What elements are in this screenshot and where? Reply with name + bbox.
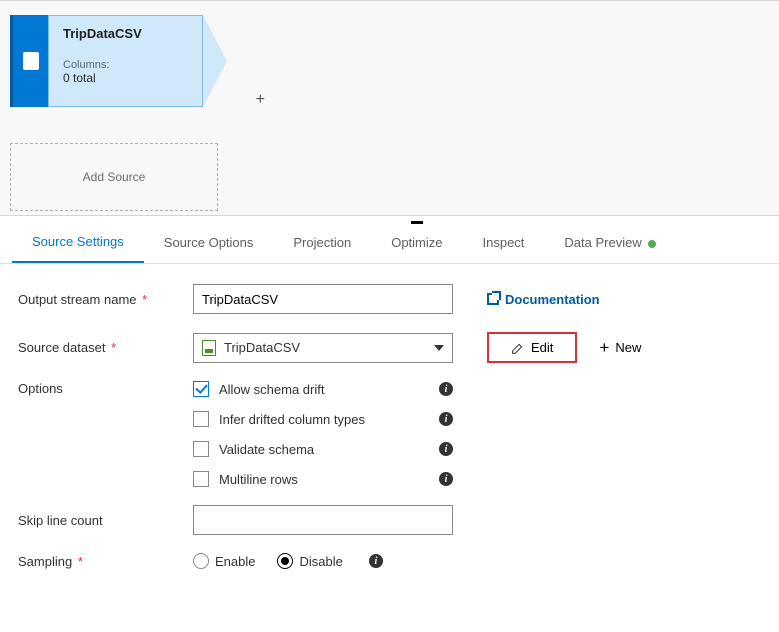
- node-arrow: [203, 15, 227, 107]
- skip-line-input[interactable]: [193, 505, 453, 535]
- source-node[interactable]: TripDataCSV Columns: 0 total +: [10, 15, 227, 107]
- tab-source-settings[interactable]: Source Settings: [12, 224, 144, 263]
- tab-projection[interactable]: Projection: [273, 225, 371, 262]
- edit-button[interactable]: Edit: [487, 332, 577, 363]
- checkbox-allow-schema-drift[interactable]: [193, 381, 209, 397]
- info-icon[interactable]: i: [369, 554, 383, 568]
- tab-marker: [411, 221, 423, 224]
- row-source-dataset: Source dataset * TripDataCSV Edit + New: [18, 332, 761, 363]
- add-source-label: Add Source: [83, 170, 146, 184]
- info-icon[interactable]: i: [439, 442, 453, 456]
- status-dot-icon: [648, 240, 656, 248]
- checkbox-multiline-rows[interactable]: [193, 471, 209, 487]
- label-output-stream: Output stream name *: [18, 292, 193, 307]
- tab-optimize[interactable]: Optimize: [371, 225, 462, 262]
- option-infer-drifted: Infer drifted column types i: [193, 411, 453, 427]
- option-allow-schema-drift: Allow schema drift i: [193, 381, 453, 397]
- data-flow-canvas[interactable]: TripDataCSV Columns: 0 total + Add Sourc…: [0, 0, 779, 216]
- node-body: TripDataCSV Columns: 0 total: [48, 15, 203, 107]
- output-stream-input[interactable]: [193, 284, 453, 314]
- option-validate-schema: Validate schema i: [193, 441, 453, 457]
- tab-source-options[interactable]: Source Options: [144, 225, 274, 262]
- info-icon[interactable]: i: [439, 412, 453, 426]
- label-sampling: Sampling *: [18, 554, 193, 569]
- source-dataset-select[interactable]: TripDataCSV: [193, 333, 453, 363]
- pencil-icon: [511, 342, 523, 354]
- row-output-stream: Output stream name * Documentation: [18, 284, 761, 314]
- tab-data-preview[interactable]: Data Preview: [544, 225, 675, 262]
- settings-panel: Output stream name * Documentation Sourc…: [0, 264, 779, 607]
- dataset-icon: [202, 340, 216, 356]
- label-skip-line: Skip line count: [18, 513, 193, 528]
- new-button[interactable]: + New: [599, 339, 641, 356]
- node-columns-label: Columns:: [63, 59, 188, 71]
- node-add-icon[interactable]: +: [256, 91, 265, 109]
- row-skip-line: Skip line count: [18, 505, 761, 535]
- plus-icon: +: [599, 339, 609, 356]
- label-options: Options: [18, 381, 193, 396]
- radio-circle-enable: [193, 553, 209, 569]
- row-sampling: Sampling * Enable Disable i: [18, 553, 761, 569]
- add-source-placeholder[interactable]: Add Source: [10, 143, 218, 211]
- row-options: Options Allow schema drift i Infer drift…: [18, 381, 761, 487]
- node-icon-bar: [10, 15, 48, 107]
- source-dataset-value: TripDataCSV: [224, 340, 300, 355]
- documentation-link[interactable]: Documentation: [487, 292, 600, 307]
- sampling-radio-group: Enable Disable i: [193, 553, 383, 569]
- tab-inspect[interactable]: Inspect: [463, 225, 545, 262]
- radio-circle-disable: [277, 553, 293, 569]
- chevron-down-icon: [434, 345, 444, 351]
- radio-disable[interactable]: Disable: [277, 553, 342, 569]
- info-icon[interactable]: i: [439, 382, 453, 396]
- checkbox-validate-schema[interactable]: [193, 441, 209, 457]
- label-source-dataset: Source dataset *: [18, 340, 193, 355]
- tabs-bar: Source Settings Source Options Projectio…: [0, 216, 779, 264]
- checkbox-infer-drifted[interactable]: [193, 411, 209, 427]
- option-multiline-rows: Multiline rows i: [193, 471, 453, 487]
- radio-enable[interactable]: Enable: [193, 553, 255, 569]
- node-columns-total: 0 total: [63, 71, 188, 85]
- external-link-icon: [487, 293, 499, 305]
- node-title: TripDataCSV: [63, 26, 188, 41]
- file-icon: [23, 52, 39, 70]
- options-column: Allow schema drift i Infer drifted colum…: [193, 381, 453, 487]
- info-icon[interactable]: i: [439, 472, 453, 486]
